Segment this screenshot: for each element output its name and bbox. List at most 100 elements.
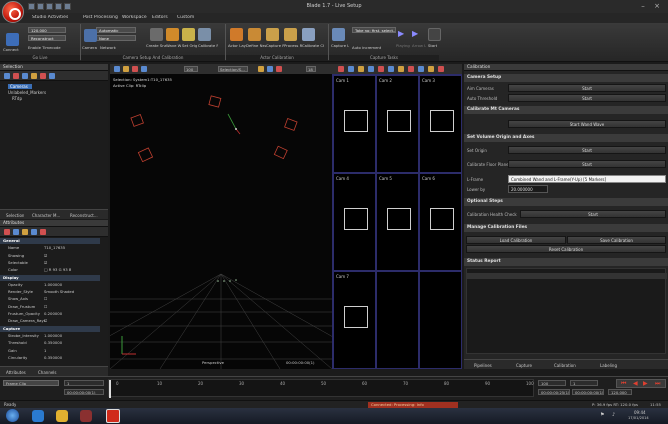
cam-toolbar-icon-2[interactable] (348, 66, 354, 72)
lower-by-input[interactable]: 20.000000 (508, 185, 548, 193)
attr-filter-icon[interactable] (4, 229, 10, 235)
attribute-category[interactable]: Capture (0, 325, 100, 332)
reset-calibration-button[interactable]: Reset Calibration (466, 245, 666, 253)
start-wand-wave-button[interactable]: Start Wand Wave (508, 120, 666, 128)
attr-color-icon[interactable] (40, 229, 46, 235)
camera-view-7[interactable]: Cam 7 (333, 271, 376, 369)
frame-clip-dropdown[interactable]: Frame Clip (3, 380, 59, 386)
calibrate-floor-start-button[interactable]: Start (508, 160, 666, 168)
viewport-number-input[interactable]: 18 (306, 66, 316, 72)
save-calibration-button[interactable]: Save Calibration (567, 236, 666, 244)
arrow-live-icon[interactable]: ▶ (412, 29, 418, 38)
camera-layout-icon[interactable] (84, 29, 97, 42)
tab-channels[interactable]: Channels (38, 370, 57, 375)
tab-calibration[interactable]: Calibration (554, 363, 576, 368)
view-light-icon[interactable] (267, 66, 273, 72)
aim-cameras-start-button[interactable]: Start (508, 84, 666, 92)
cam-toolbar-icon-8[interactable] (408, 66, 414, 72)
define-actor-icon[interactable] (248, 28, 261, 41)
tab-editors[interactable]: Editors (152, 15, 168, 20)
perspective-viewport[interactable]: Selection: System1:T10_17635 Active Clip… (110, 74, 332, 369)
media-icon[interactable] (80, 410, 92, 422)
browser-icon[interactable] (32, 410, 44, 422)
fps-input[interactable]: 120.000 (608, 389, 632, 395)
enable-timecode-button[interactable]: Enable Timecode (28, 45, 61, 50)
tab-custom[interactable]: Custom (177, 15, 194, 20)
current-frame-input[interactable]: 1 (570, 380, 598, 386)
health-check-start-button[interactable]: Start (520, 210, 666, 218)
filter-icon[interactable] (13, 73, 19, 79)
attribute-value[interactable]: 1.000000 (44, 282, 62, 287)
attribute-value[interactable]: 0.350000 (44, 355, 62, 360)
capture-rom-icon[interactable] (266, 28, 279, 41)
capture-layout-icon[interactable] (332, 28, 345, 41)
attribute-value[interactable]: 1.000000 (44, 333, 62, 338)
snapshot-icon[interactable] (150, 28, 163, 41)
options-icon[interactable] (31, 73, 37, 79)
cam-toolbar-icon-7[interactable] (398, 66, 404, 72)
play-back-icon[interactable]: ◀ (633, 380, 638, 387)
timeline-playhead[interactable] (109, 380, 111, 398)
attribute-value[interactable]: ☑ (44, 253, 47, 258)
cam-toolbar-icon-6[interactable] (388, 66, 394, 72)
skip-start-icon[interactable]: ⏮ (621, 380, 626, 388)
connect-icon[interactable] (6, 33, 19, 46)
tab-post-processing[interactable]: Post Processing (83, 15, 118, 20)
start-frame-input[interactable]: 1 (64, 380, 104, 386)
lframe-dropdown[interactable]: Combined Wand and L-Frame(Y-Up) [5 Marke… (508, 175, 666, 183)
calibrate-character-icon[interactable] (302, 28, 315, 41)
cam-toolbar-icon-11[interactable] (438, 66, 444, 72)
play-live-icon[interactable]: ▶ (398, 29, 404, 38)
play-icon[interactable]: ▶ (643, 380, 648, 387)
attribute-value[interactable]: ☐ (44, 296, 47, 301)
tree-item-unlabeled-markers[interactable]: Unlabeled_Markers (8, 90, 46, 95)
end-frame-input[interactable]: 100 (538, 380, 566, 386)
cam-toolbar-icon-4[interactable] (368, 66, 374, 72)
application-menu-button[interactable] (2, 1, 24, 23)
close-icon[interactable]: × (652, 2, 662, 10)
camera-view-3[interactable]: Cam 3 (419, 75, 462, 173)
cam-toolbar-icon-10[interactable] (428, 66, 434, 72)
add-icon[interactable] (49, 73, 55, 79)
tab-capture[interactable]: Capture (516, 363, 532, 368)
attribute-value[interactable]: □ R 93 G 93 B (44, 267, 71, 272)
auto-increment-checkbox[interactable]: Auto increment (352, 45, 381, 50)
camera-view-2[interactable]: Cam 2 (376, 75, 419, 173)
view-camera-icon[interactable] (258, 66, 264, 72)
start-icon[interactable] (428, 28, 441, 41)
camera-view-8[interactable] (376, 271, 419, 369)
attr-lock-icon[interactable] (22, 229, 28, 235)
view-rotate-icon[interactable] (132, 66, 138, 72)
blade-taskbar-icon[interactable] (106, 409, 120, 423)
start-timecode-input[interactable]: 00:00:00:00(1) (64, 389, 104, 395)
wand-icon[interactable] (166, 28, 179, 41)
view-marker-icon[interactable] (276, 66, 282, 72)
attr-list-icon[interactable] (13, 229, 19, 235)
cam-toolbar-icon-3[interactable] (358, 66, 364, 72)
rate-dropdown[interactable]: 120.000 (28, 27, 66, 33)
view-move-icon[interactable] (123, 66, 129, 72)
volume-tray-icon[interactable]: ♪ (612, 412, 615, 418)
attribute-value[interactable]: T10_17635 (44, 245, 65, 250)
zoom-input[interactable]: 100 (184, 66, 198, 72)
tree-item-rtdp[interactable]: RTdp (12, 96, 22, 101)
tab-workspace[interactable]: Workspace (122, 15, 147, 20)
take-dropdown[interactable]: Take no: first, select... (352, 27, 396, 33)
load-calibration-button[interactable]: Load Calibration (466, 236, 566, 244)
attribute-value[interactable]: ☑ (44, 260, 47, 265)
file-explorer-icon[interactable] (56, 410, 68, 422)
attribute-value[interactable]: 1 (44, 348, 46, 353)
skip-end-icon[interactable]: ⏭ (655, 380, 660, 388)
tab-character-manager[interactable]: Character M... (32, 213, 60, 218)
camera-view-5[interactable]: Cam 5 (376, 173, 419, 271)
tab-labeling[interactable]: Labeling (600, 363, 617, 368)
select-icon[interactable] (4, 73, 10, 79)
camera-view-4[interactable]: Cam 4 (333, 173, 376, 271)
actor-layout-icon[interactable] (230, 28, 243, 41)
attribute-category[interactable]: Display (0, 274, 100, 281)
process-rom-icon[interactable] (284, 28, 297, 41)
attr-grid-icon[interactable] (31, 229, 37, 235)
auto-threshold-start-button[interactable]: Start (508, 94, 666, 102)
tab-reconstruct[interactable]: Reconstruct... (70, 213, 98, 218)
cam-toolbar-icon-9[interactable] (418, 66, 424, 72)
